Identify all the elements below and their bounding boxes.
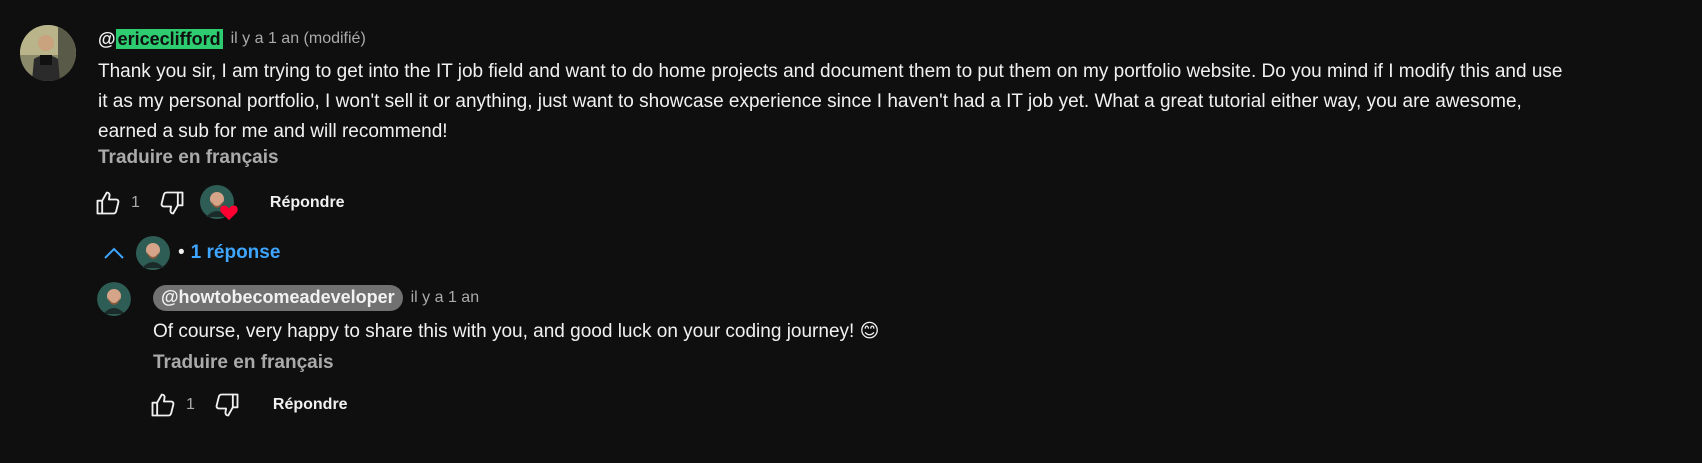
author-prefix: @	[98, 28, 116, 49]
reply-button[interactable]: Répondre	[270, 194, 345, 212]
reply-text: Of course, very happy to share this with…	[153, 321, 880, 342]
separator-dot: •	[178, 242, 185, 263]
comment-timestamp[interactable]: il y a 1 an (modifié)	[231, 30, 366, 48]
thumb-up-icon	[151, 393, 175, 417]
comment-actions: 1 Répondre	[92, 185, 345, 221]
author-highlighted-name: ericeclifford	[115, 28, 223, 49]
like-count: 1	[131, 194, 140, 211]
comment-text: Thank you sir, I am trying to get into t…	[98, 61, 1563, 142]
replies-toggle[interactable]: • 1 réponse	[100, 235, 280, 271]
replier-avatar-small	[136, 236, 170, 270]
creator-heart-icon	[220, 205, 238, 221]
reply-like-button[interactable]	[147, 389, 179, 421]
dislike-button[interactable]	[156, 187, 188, 219]
reply-actions: 1 Répondre	[147, 389, 348, 421]
reply-like-count: 1	[186, 396, 195, 413]
chevron-up-icon	[100, 246, 128, 260]
commenter-avatar[interactable]	[20, 25, 76, 81]
reply-reply-button[interactable]: Répondre	[273, 396, 348, 414]
comment-header: @ ericeclifford il y a 1 an (modifié)	[98, 27, 366, 51]
thumb-down-icon	[215, 393, 239, 417]
reply-header: @howtobecomeadeveloper il y a 1 an	[153, 284, 479, 312]
creator-heart-badge	[199, 185, 240, 221]
reply-author-avatar[interactable]	[97, 282, 131, 316]
comment-author[interactable]: @ ericeclifford	[98, 28, 223, 50]
reply-author[interactable]: @howtobecomeadeveloper	[153, 285, 403, 311]
thumb-down-icon	[160, 191, 184, 215]
reply-dislike-button[interactable]	[211, 389, 243, 421]
replies-count-label: 1 réponse	[190, 242, 281, 263]
like-button[interactable]	[92, 187, 124, 219]
thumb-up-icon	[96, 191, 120, 215]
reply-translate-link[interactable]: Traduire en français	[153, 352, 334, 374]
reply-timestamp[interactable]: il y a 1 an	[411, 289, 479, 307]
translate-link[interactable]: Traduire en français	[98, 147, 279, 169]
